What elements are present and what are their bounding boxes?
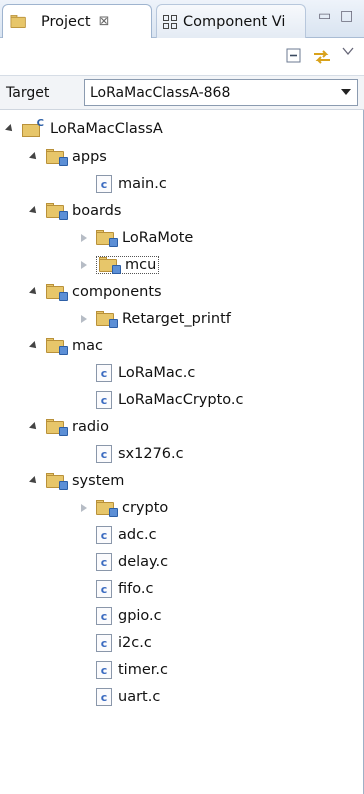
focus-outline: mcu [96, 256, 160, 274]
tree-item-delay-c[interactable]: c delay.c [96, 549, 168, 575]
tab-component-label: Component Vi [183, 13, 286, 30]
tree-item-loramaccrypto-c[interactable]: c LoRaMacCrypto.c [96, 387, 243, 413]
tree-item-label: adc.c [118, 527, 157, 543]
view-toolbar [0, 38, 364, 76]
target-select-value: LoRaMacClassA-868 [90, 84, 231, 101]
expand-toggle-icon[interactable] [4, 123, 16, 135]
tab-project-label: Project [41, 13, 91, 30]
c-file-icon: c [96, 175, 112, 193]
c-file-icon: c [96, 526, 112, 544]
tree-item-main-c[interactable]: c main.c [96, 171, 167, 197]
tree-item-components[interactable]: components [28, 279, 162, 305]
expand-toggle-icon[interactable] [28, 205, 40, 217]
tree-item-apps[interactable]: apps [28, 144, 107, 170]
tree-item-system[interactable]: system [28, 468, 124, 494]
expand-toggle-icon[interactable] [28, 151, 40, 163]
project-explorer-icon [10, 14, 28, 29]
link-with-editor-icon[interactable] [312, 48, 332, 70]
tree-item-i2c-c[interactable]: c i2c.c [96, 630, 152, 656]
tree-item-label: LoRaMote [122, 230, 194, 246]
c-file-icon: c [96, 364, 112, 382]
c-file-icon: c [96, 661, 112, 679]
tree-item-label: boards [72, 203, 122, 219]
expand-toggle-icon[interactable] [78, 502, 90, 514]
project-icon: C [22, 118, 44, 138]
folder-icon [46, 419, 68, 436]
target-label: Target [6, 84, 50, 101]
tab-component-view[interactable]: Component Vi [156, 4, 306, 38]
folder-icon [46, 338, 68, 355]
tree-item-label: timer.c [118, 662, 168, 678]
tree-item-label: mcu [125, 257, 157, 273]
expand-toggle-icon[interactable] [78, 313, 90, 325]
view-tab-strip: Project ⊠ Component Vi ▭ □ [0, 0, 364, 38]
tree-item-label: LoRaMac.c [118, 365, 196, 381]
tree-item-label: system [72, 473, 125, 489]
tree-item-uart-c[interactable]: c uart.c [96, 684, 160, 710]
tree-item-label: LoRaMacClassA [50, 121, 163, 137]
folder-icon [46, 203, 68, 220]
tree-item-adc-c[interactable]: c adc.c [96, 522, 157, 548]
tree-item-sx1276-c[interactable]: c sx1276.c [96, 441, 184, 467]
tree-item-gpio-c[interactable]: c gpio.c [96, 603, 162, 629]
folder-icon [46, 473, 68, 490]
expand-toggle-icon[interactable] [28, 340, 40, 352]
folder-icon [96, 311, 118, 328]
c-file-icon: c [96, 688, 112, 706]
tree-item-label: uart.c [118, 689, 161, 705]
minimize-icon[interactable]: ▭ [318, 8, 331, 24]
tree-item-root[interactable]: C LoRaMacClassA [4, 116, 163, 142]
expand-toggle-icon[interactable] [78, 232, 90, 244]
tree-item-mcu[interactable]: mcu [78, 252, 160, 278]
folder-icon [99, 257, 121, 274]
tree-item-retarget-printf[interactable]: Retarget_printf [78, 306, 231, 332]
tree-item-crypto[interactable]: crypto [78, 495, 168, 521]
maximize-icon[interactable]: □ [340, 8, 353, 24]
tree-item-timer-c[interactable]: c timer.c [96, 657, 168, 683]
expand-toggle-icon[interactable] [28, 475, 40, 487]
c-file-icon: c [96, 391, 112, 409]
expand-toggle-icon[interactable] [78, 259, 90, 271]
c-file-icon: c [96, 607, 112, 625]
expand-toggle-icon[interactable] [28, 286, 40, 298]
tree-item-label: Retarget_printf [122, 311, 231, 327]
c-file-icon: c [96, 445, 112, 463]
tree-item-label: sx1276.c [118, 446, 184, 462]
tree-item-label: mac [72, 338, 103, 354]
collapse-all-icon[interactable] [286, 48, 302, 68]
tree-item-boards[interactable]: boards [28, 198, 121, 224]
tree-item-radio[interactable]: radio [28, 414, 109, 440]
c-file-icon: c [96, 634, 112, 652]
tree-item-label: components [72, 284, 162, 300]
tree-item-loramac-c[interactable]: c LoRaMac.c [96, 360, 195, 386]
tree-item-label: delay.c [118, 554, 169, 570]
c-file-icon: c [96, 553, 112, 571]
tree-item-label: fifo.c [118, 581, 154, 597]
folder-icon [46, 284, 68, 301]
tree-item-label: main.c [118, 176, 167, 192]
view-menu-icon[interactable] [342, 44, 354, 60]
expand-toggle-icon[interactable] [28, 421, 40, 433]
tree-item-label: gpio.c [118, 608, 162, 624]
tree-item-label: i2c.c [118, 635, 152, 651]
folder-icon [96, 230, 118, 247]
folder-icon [96, 500, 118, 517]
tree-item-mac[interactable]: mac [28, 333, 103, 359]
target-row: Target LoRaMacClassA-868 [0, 76, 364, 110]
tree-item-fifo-c[interactable]: c fifo.c [96, 576, 153, 602]
c-file-icon: c [96, 580, 112, 598]
tree-item-label: apps [72, 149, 107, 165]
target-select[interactable]: LoRaMacClassA-868 [84, 79, 358, 106]
close-icon[interactable]: ⊠ [99, 14, 110, 29]
component-grid-icon [163, 14, 177, 29]
tree-item-label: radio [72, 419, 109, 435]
tab-project[interactable]: Project ⊠ [2, 4, 152, 38]
tree-item-label: LoRaMacCrypto.c [118, 392, 244, 408]
project-tree: C LoRaMacClassA apps c main.c boards LoR… [0, 110, 364, 794]
tree-item-loramote[interactable]: LoRaMote [78, 225, 193, 251]
tree-item-label: crypto [122, 500, 169, 516]
chevron-down-icon [341, 89, 351, 95]
folder-icon [46, 149, 68, 166]
